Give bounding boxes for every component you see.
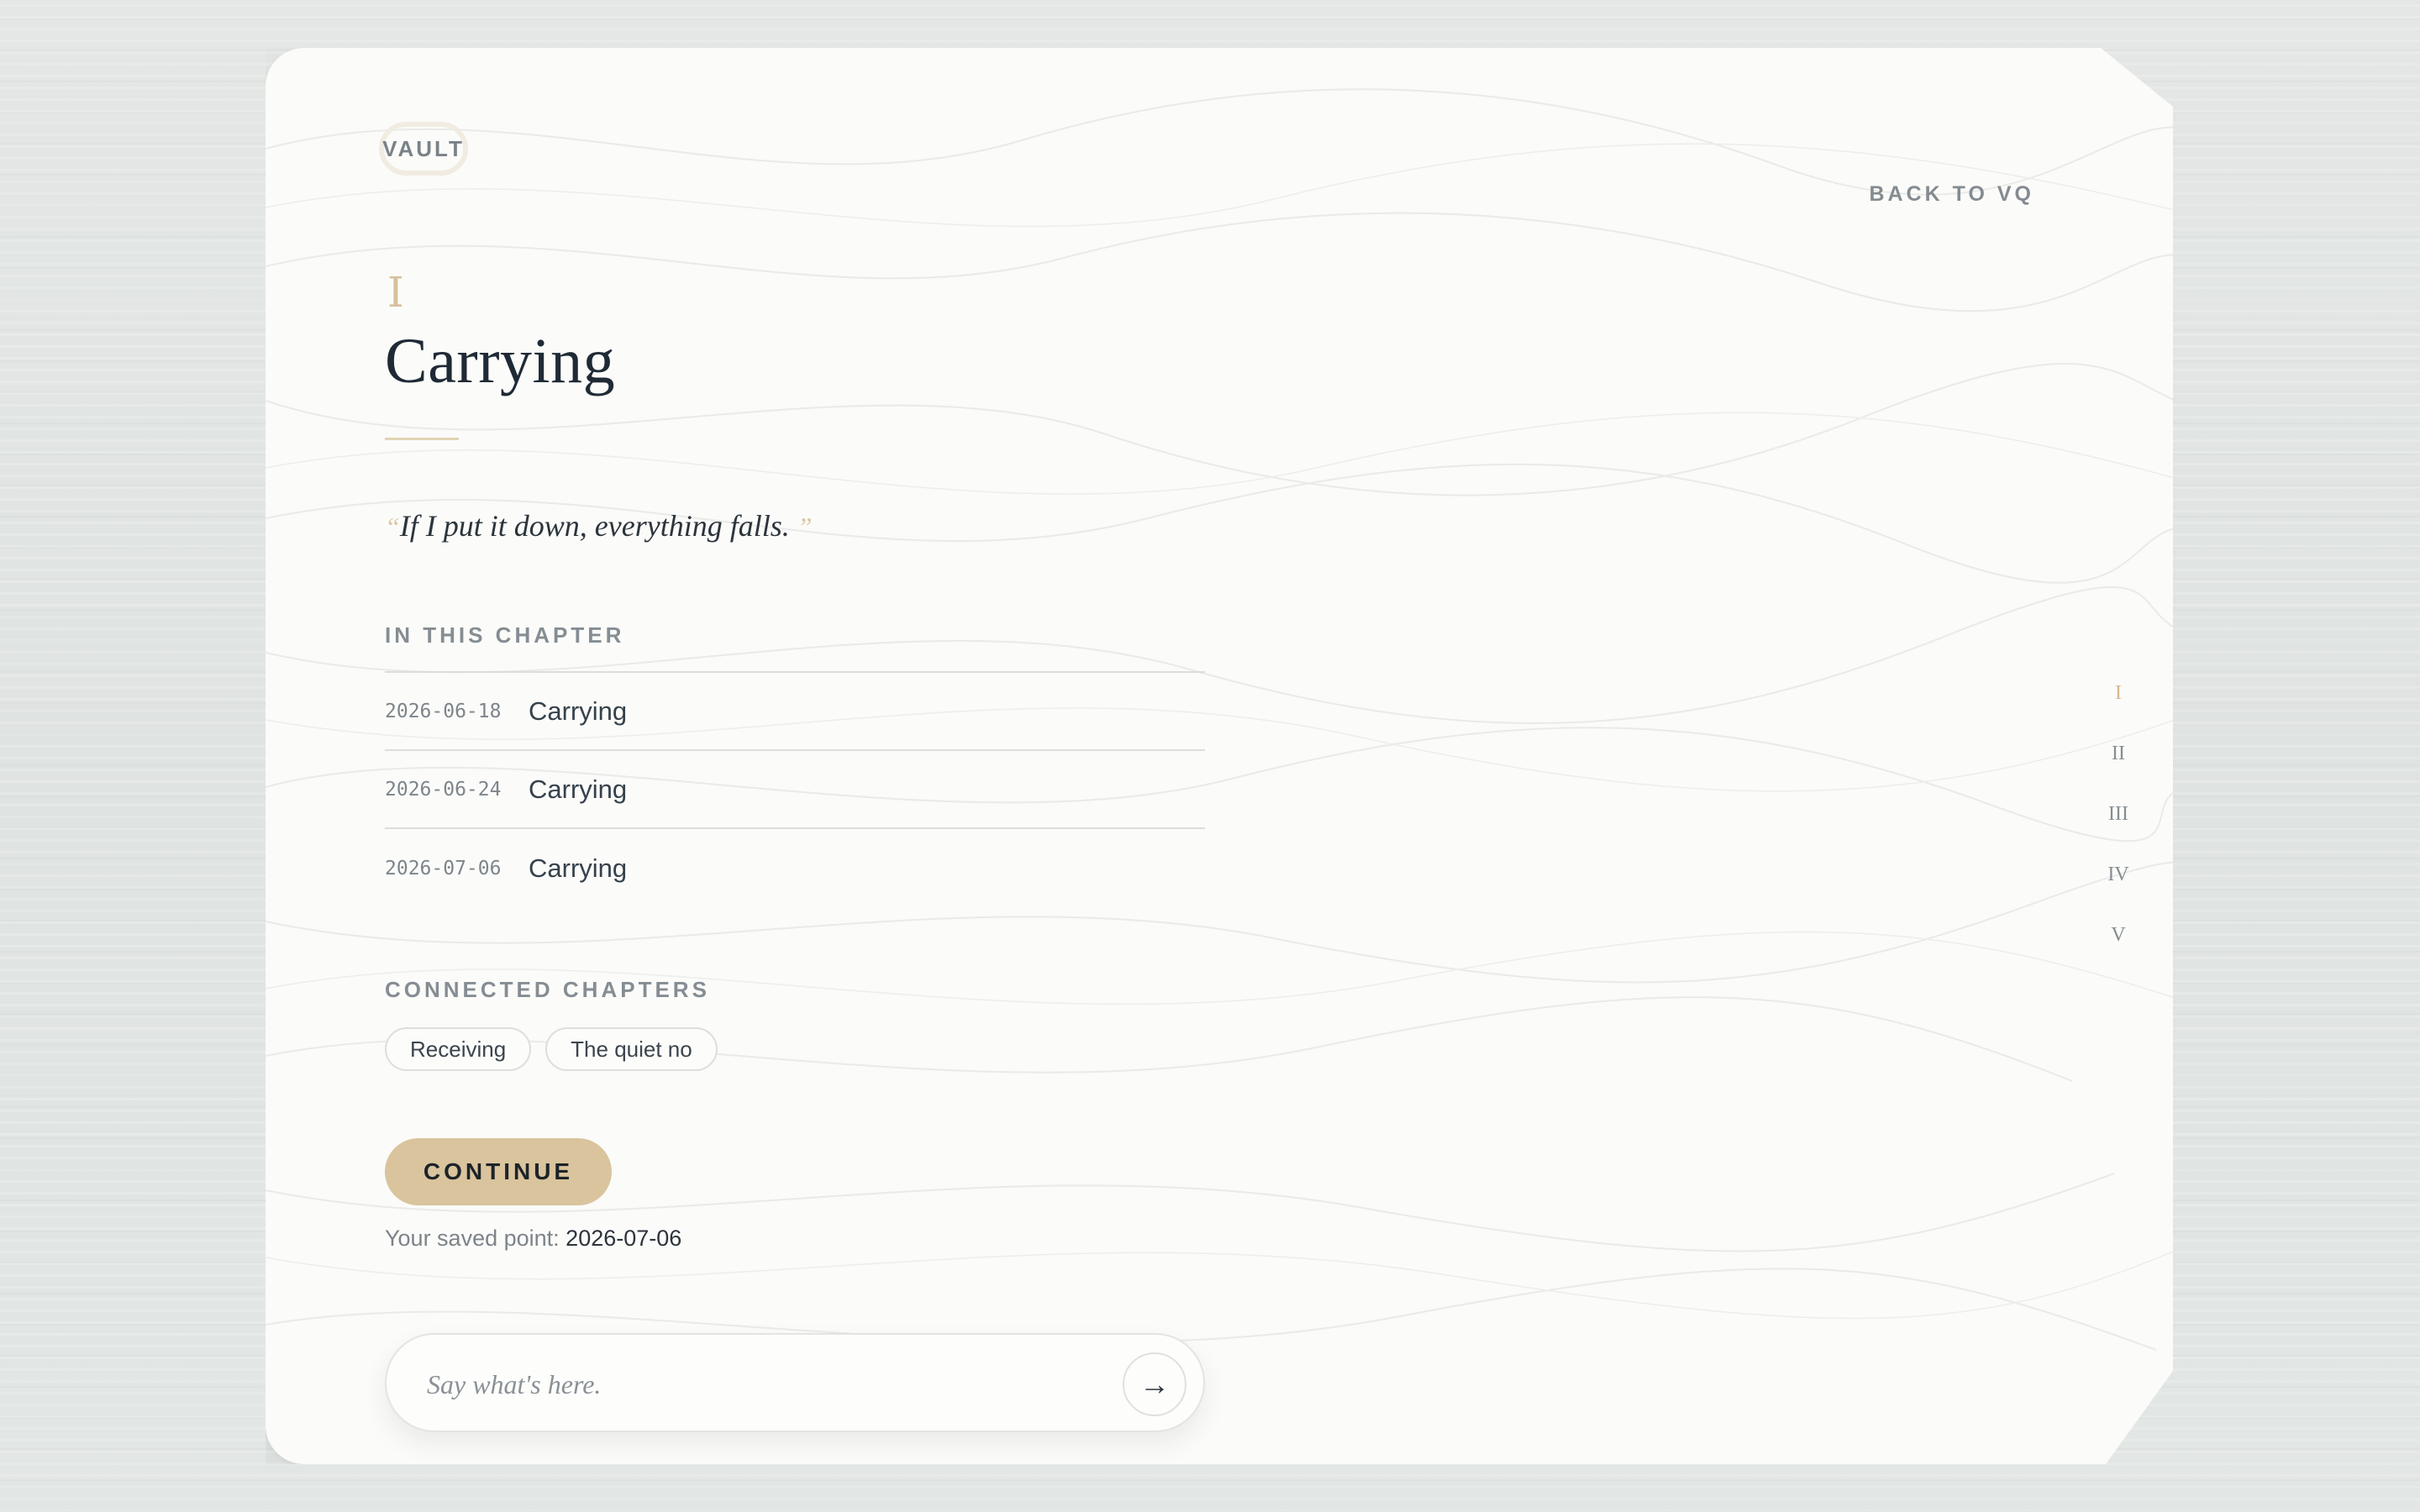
page-title: Carrying [385,326,616,396]
connected-chapters-list: Receiving The quiet no [385,1027,718,1071]
title-divider [385,438,459,440]
chapter-nav-item-iii[interactable]: III [2089,784,2148,844]
close-quote-mark: ” [797,512,813,542]
arrow-right-icon: → [1139,1367,1170,1401]
chapter-nav-item-ii[interactable]: II [2089,723,2148,784]
list-item[interactable]: 2026-06-24 Carrying [385,751,1205,829]
entry-title: Carrying [529,696,628,726]
entry-title: Carrying [529,853,628,883]
connected-chapters-heading: CONNECTED CHAPTERS [385,977,710,1002]
message-input[interactable] [425,1360,1067,1409]
entry-list: 2026-06-18 Carrying 2026-06-24 Carrying … [385,671,1205,907]
entry-date: 2026-07-06 [385,857,502,879]
continue-button[interactable]: CONTINUE [385,1138,612,1205]
entry-date: 2026-06-24 [385,778,502,801]
saved-point-text: Your saved point: 2026-07-06 [385,1226,681,1252]
list-item[interactable]: 2026-06-18 Carrying [385,673,1205,751]
quote-text: If I put it down, everything falls. [399,509,790,543]
chapter-card: VAULT BACK TO VQ I Carrying “If I put it… [266,48,2173,1464]
chip-receiving[interactable]: Receiving [385,1027,532,1071]
chapter-nav-item-iv[interactable]: IV [2089,844,2148,905]
send-button[interactable]: → [1123,1352,1186,1416]
saved-point-value: 2026-07-06 [566,1226,682,1251]
chapter-numeral: I [387,268,404,317]
chapter-nav-item-v[interactable]: V [2089,905,2148,965]
entry-date: 2026-06-18 [385,700,502,722]
chapter-quote: “If I put it down, everything falls. ” [385,508,813,543]
back-to-vq-link[interactable]: BACK TO VQ [1870,182,2035,207]
vault-button[interactable]: VAULT [379,122,468,176]
list-item[interactable]: 2026-07-06 Carrying [385,829,1205,907]
saved-point-label: Your saved point: [385,1226,560,1251]
in-this-chapter-heading: IN THIS CHAPTER [385,622,625,648]
chapter-navigation: I II III IV V [2089,663,2148,965]
composer: → [385,1333,1205,1432]
entry-title: Carrying [529,774,628,804]
open-quote-mark: “ [385,512,400,542]
chapter-nav-item-i[interactable]: I [2089,663,2148,723]
chip-the-quiet-no[interactable]: The quiet no [545,1027,718,1071]
